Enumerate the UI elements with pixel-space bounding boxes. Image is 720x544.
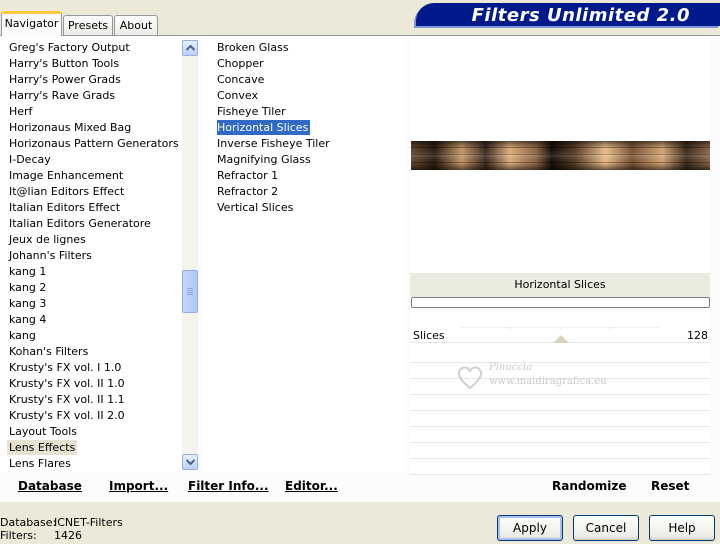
category-item[interactable]: Krusty's FX vol. II 1.1 <box>9 392 127 407</box>
cancel-button[interactable]: Cancel <box>573 515 639 541</box>
chevron-down-icon <box>186 459 195 465</box>
category-item[interactable]: I-Decay <box>9 152 53 167</box>
status-database-value: ICNET-Filters <box>54 516 123 529</box>
category-item[interactable]: kang 2 <box>9 280 48 295</box>
category-item[interactable]: kang 1 <box>9 264 48 279</box>
category-item[interactable]: Johann's Filters <box>9 248 94 263</box>
import-button[interactable]: Import... <box>109 476 168 496</box>
param-row-empty <box>410 412 710 427</box>
category-item[interactable]: Krusty's FX vol. II 2.0 <box>9 408 127 423</box>
chevron-up-icon <box>186 45 195 51</box>
title-banner: Filters Unlimited 2.0 <box>416 3 720 26</box>
status-database: Database:ICNET-Filters <box>0 516 123 529</box>
filter-item[interactable]: Inverse Fisheye Tiler <box>217 136 332 151</box>
category-item[interactable]: Krusty's FX vol. I 1.0 <box>9 360 123 375</box>
database-button[interactable]: Database <box>18 476 82 496</box>
category-list[interactable]: Greg's Factory Output Harry's Button Tool… <box>0 38 182 472</box>
category-item[interactable]: Harry's Rave Grads <box>9 88 117 103</box>
filter-item[interactable]: Vertical Slices <box>217 200 295 215</box>
randomize-button[interactable]: Randomize <box>552 476 626 496</box>
category-item[interactable]: It@lian Editors Effect <box>9 184 126 199</box>
filter-info-button[interactable]: Filter Info... <box>188 476 269 496</box>
filter-item[interactable]: Concave <box>217 72 266 87</box>
app-title: Filters Unlimited 2.0 <box>471 5 690 26</box>
watermark: Pinuccia www.maidiragrafica.eu <box>455 360 625 400</box>
reset-label: Reset <box>651 479 690 493</box>
category-item[interactable]: Lens Effects <box>7 440 78 455</box>
scroll-down-button[interactable] <box>182 454 198 470</box>
import-label: Import... <box>109 479 169 493</box>
category-item[interactable]: Italian Editors Generatore <box>9 216 153 231</box>
status-database-label: Database: <box>0 516 57 529</box>
filter-list[interactable]: Broken Glass Chopper Concave Convex Fisheye … <box>205 38 405 472</box>
help-button[interactable]: Help <box>649 515 715 541</box>
category-item[interactable]: Herf <box>9 104 34 119</box>
category-item[interactable]: Horizonaus Pattern Generators <box>9 136 181 151</box>
tab-about[interactable]: About <box>114 15 158 36</box>
reset-button[interactable]: Reset <box>651 476 689 496</box>
tab-navigator[interactable]: Navigator <box>1 11 62 36</box>
category-item[interactable]: kang 3 <box>9 296 48 311</box>
category-item[interactable]: Jeux de lignes <box>9 232 88 247</box>
status-filters: Filters: 1426 <box>0 529 82 542</box>
slider-handle[interactable] <box>553 335 569 343</box>
category-item[interactable]: Image Enhancement <box>9 168 125 183</box>
param-row-empty <box>410 444 710 459</box>
scroll-thumb[interactable] <box>182 270 198 313</box>
category-item[interactable]: Greg's Factory Output <box>9 40 132 55</box>
param-row[interactable]: Slices 128 <box>410 308 710 343</box>
editor-label: Editor... <box>285 479 338 493</box>
param-row-empty <box>410 460 710 475</box>
filter-item[interactable]: Broken Glass <box>217 40 291 55</box>
filter-item[interactable]: Chopper <box>217 56 266 71</box>
slider-ticks <box>460 327 660 329</box>
category-item[interactable]: Italian Editors Effect <box>9 200 122 215</box>
progress-bar <box>411 297 710 308</box>
watermark-url: www.maidiragrafica.eu <box>489 376 607 387</box>
category-scrollbar[interactable] <box>182 40 198 470</box>
scroll-up-button[interactable] <box>182 40 198 56</box>
param-label: Slices <box>413 329 445 342</box>
category-item[interactable]: Harry's Power Grads <box>9 72 123 87</box>
watermark-name: Pinuccia <box>489 362 533 373</box>
filter-item[interactable]: Horizontal Slices <box>217 120 311 135</box>
category-item[interactable]: Krusty's FX vol. II 1.0 <box>9 376 127 391</box>
category-item[interactable]: Harry's Button Tools <box>9 56 121 71</box>
preview-image <box>411 141 710 170</box>
filter-item[interactable]: Magnifying Glass <box>217 152 313 167</box>
category-item[interactable]: kang <box>9 328 38 343</box>
current-filter-title: Horizontal Slices <box>410 273 710 297</box>
filter-info-label: Filter Info... <box>188 479 269 493</box>
filter-item[interactable]: Fisheye Tiler <box>217 104 288 119</box>
status-filters-value: 1426 <box>54 529 82 542</box>
tab-presets[interactable]: Presets <box>63 15 113 36</box>
category-item[interactable]: kang 4 <box>9 312 48 327</box>
editor-button[interactable]: Editor... <box>285 476 338 496</box>
category-item[interactable]: Horizonaus Mixed Bag <box>9 120 133 135</box>
filter-item[interactable]: Convex <box>217 88 260 103</box>
category-item[interactable]: Layout Tools <box>9 424 79 439</box>
apply-button[interactable]: Apply <box>497 515 563 541</box>
database-label: Database <box>18 479 82 493</box>
param-row-empty <box>410 428 710 443</box>
category-item[interactable]: Kohan's Filters <box>9 344 90 359</box>
filter-item[interactable]: Refractor 2 <box>217 184 280 199</box>
status-filters-label: Filters: <box>0 529 37 542</box>
param-value: 128 <box>687 329 708 342</box>
randomize-label: Randomize <box>552 479 627 493</box>
filter-item[interactable]: Refractor 1 <box>217 168 280 183</box>
category-item[interactable]: Lens Flares <box>9 456 73 471</box>
watermark-heart-icon <box>457 366 483 390</box>
